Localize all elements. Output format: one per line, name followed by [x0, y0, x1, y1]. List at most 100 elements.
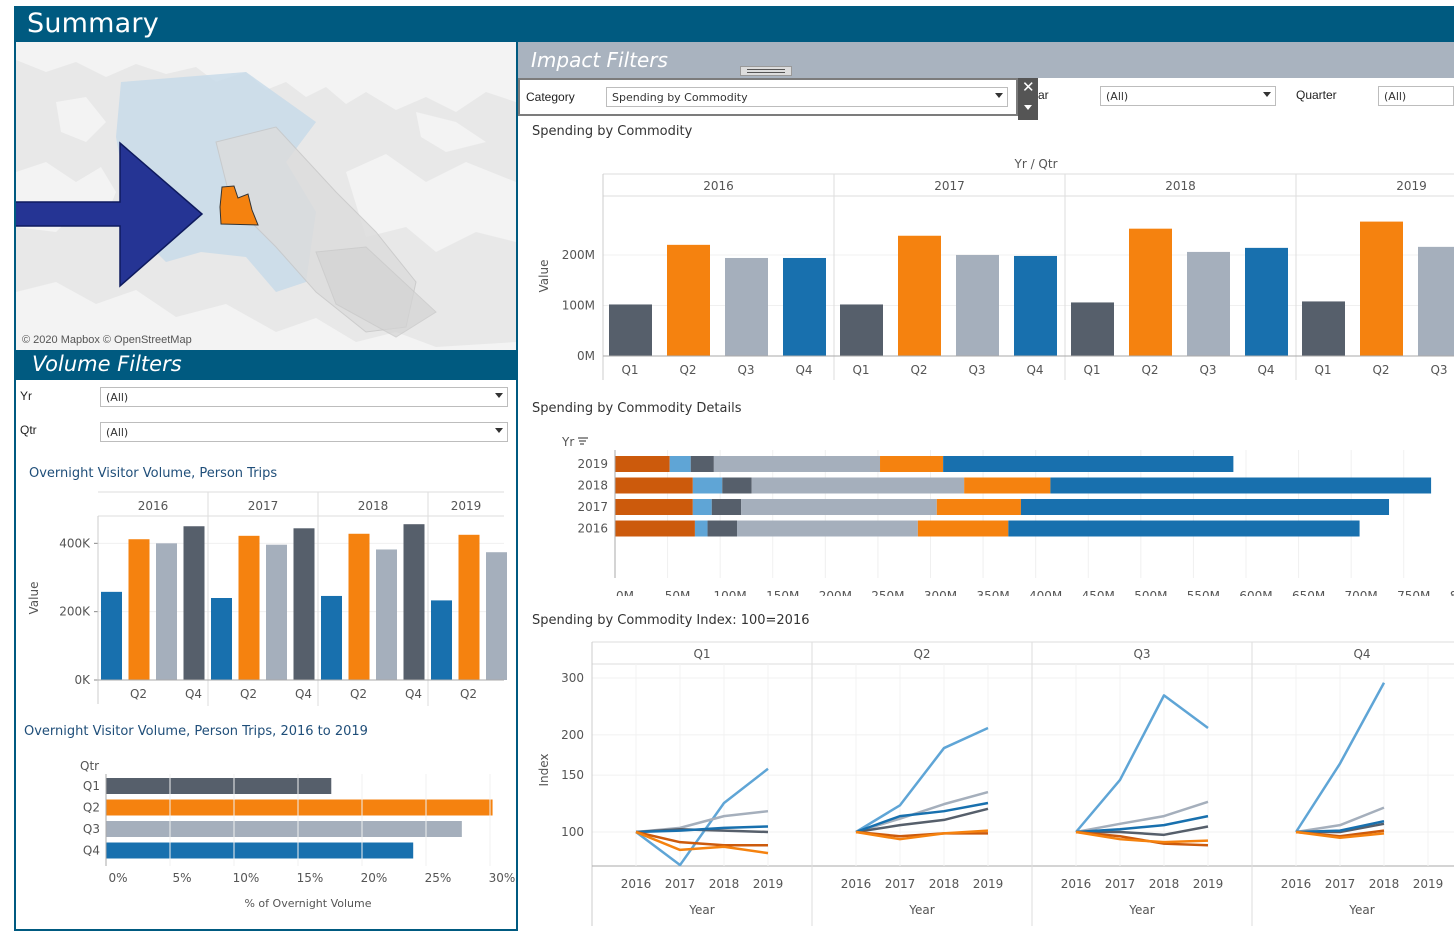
segment-2018-2	[722, 477, 752, 494]
segment-2017-1	[692, 499, 712, 515]
x-tick-label: 500M	[1134, 589, 1167, 596]
map-canvas[interactable]	[16, 42, 516, 350]
spending-by-commodity-title: Spending by Commodity	[532, 124, 693, 139]
bar-2017-Q1	[211, 598, 232, 680]
bar-Q4	[106, 842, 414, 859]
map[interactable]: © 2020 Mapbox © OpenStreetMap	[16, 42, 516, 350]
volume-share-chart[interactable]: Qtr Q1 Q2 Q3 Q4 0% 5% 10% 15% 20% 25% 30% % of Overn…	[16, 754, 516, 914]
x-axis-label: Year	[1348, 903, 1374, 917]
y-tick-label: 100M	[562, 298, 595, 312]
x-tick-label: Q3	[1430, 363, 1447, 377]
bar-2016-Q1	[101, 591, 122, 680]
category-filter-value: Spending by Commodity	[612, 91, 748, 104]
x-tick-label: Q4	[405, 687, 422, 701]
bar-2018-Q4	[403, 524, 425, 680]
segment-2019-3	[713, 456, 881, 472]
overnight-volume-chart[interactable]: Value 0K 200K 400K 2016 Q2 Q4 2017 Q2 Q4 2018 Q2 Q4 2…	[16, 486, 516, 706]
header-label: Yr / Qtr	[1013, 157, 1057, 171]
year-header: 2017	[248, 499, 279, 513]
x-tick-label: Q3	[737, 363, 754, 377]
spending-index-chart[interactable]: Index 100 150 200 300 Q1 2016 2017 2018 2019 Year Q…	[518, 636, 1454, 926]
x-tick-label: 50M	[665, 589, 691, 596]
y-axis-label: Value	[537, 260, 551, 293]
spending-details-title: Spending by Commodity Details	[532, 401, 742, 416]
qtr-axis-header: Qtr	[80, 759, 99, 773]
x-tick-label: 2018	[1149, 877, 1180, 891]
category-filter-label: Category	[526, 90, 575, 104]
segment-2017-5	[1020, 499, 1390, 515]
x-tick-label: 150M	[766, 589, 799, 596]
year-label: 2019	[577, 457, 608, 471]
close-filter-button[interactable]: ✕	[1018, 78, 1038, 120]
index-line-Q2-3	[855, 801, 989, 834]
x-tick-label: Q1	[621, 363, 638, 377]
year-header: 2019	[451, 499, 482, 513]
x-tick-label: 0M	[616, 589, 634, 596]
x-tick-label: 2016	[841, 877, 872, 891]
qtr-filter-dropdown[interactable]: (All)	[100, 422, 508, 442]
segment-2018-0	[615, 477, 693, 494]
year-header: 2018	[358, 499, 389, 513]
dashboard-header: Summary	[14, 6, 1454, 42]
year-header: 2017	[934, 179, 965, 193]
bar-2018-Q2	[1129, 228, 1172, 356]
x-tick-label: 2016	[1061, 877, 1092, 891]
bar-2017-Q2	[238, 535, 260, 680]
x-tick-label: 2018	[709, 877, 740, 891]
x-tick-label: Q3	[968, 363, 985, 377]
x-tick-label: Q4	[185, 687, 202, 701]
x-tick-label: Q4	[1026, 363, 1043, 377]
qtr-filter-row: Qtr (All)	[16, 420, 516, 444]
bar-2018-Q1	[1071, 302, 1114, 356]
x-tick-label: 550M	[1187, 589, 1220, 596]
quarter-filter-label: Quarter	[1296, 88, 1337, 102]
segment-2016-1	[694, 520, 708, 537]
bar-2019-Q3	[486, 552, 507, 680]
x-axis-label: Year	[688, 903, 714, 917]
x-tick-label: 450M	[1082, 589, 1115, 596]
spending-by-commodity-chart[interactable]: Yr / Qtr Value 0M 100M 200M 2016 Q1 Q2 Q3 Q4 2017 Q…	[518, 150, 1454, 382]
x-tick-label: 2016	[621, 877, 652, 891]
segment-2018-1	[692, 477, 723, 494]
y-tick-label: 0M	[577, 349, 595, 363]
quarter-header: Q2	[913, 647, 930, 661]
segment-2018-4	[964, 477, 1051, 494]
x-tick-label: Q1	[852, 363, 869, 377]
year-filter-dropdown[interactable]: (All)	[1100, 86, 1276, 106]
bar-2017-Q2	[898, 235, 941, 356]
bar-2018-Q3	[1187, 251, 1230, 356]
quarter-header: Q1	[693, 647, 710, 661]
x-tick-label: 20%	[361, 871, 388, 885]
category-filter: Category Spending by Commodity	[518, 78, 1018, 116]
year-header: 2016	[703, 179, 734, 193]
bar-2016-Q4	[183, 526, 205, 680]
x-tick-label: 750M	[1397, 589, 1430, 596]
spending-details-chart[interactable]: Yr 0M 50M 100M 150M 200M 250M 300M 350M 400M 450M 5…	[518, 426, 1454, 596]
segment-2019-1	[669, 456, 691, 472]
quarter-filter-dropdown[interactable]: (All)	[1378, 86, 1454, 106]
bar-Q1	[106, 778, 332, 794]
chevron-down-icon	[1263, 92, 1271, 97]
x-axis-label: % of Overnight Volume	[244, 897, 371, 910]
x-tick-label: Q1	[1083, 363, 1100, 377]
x-tick-label: 2019	[753, 877, 784, 891]
y-tick-label: 300	[561, 671, 584, 685]
x-tick-label: 350M	[976, 589, 1009, 596]
x-tick-label: 30%	[489, 871, 516, 885]
segment-2016-4	[917, 520, 1009, 537]
drag-handle[interactable]	[740, 66, 792, 76]
segment-2017-0	[615, 499, 693, 515]
yr-axis-header: Yr	[561, 435, 574, 449]
x-tick-label: Q2	[1372, 363, 1389, 377]
yr-filter-dropdown[interactable]: (All)	[100, 387, 508, 407]
volume-share-title: Overnight Visitor Volume, Person Trips, …	[24, 724, 368, 739]
category-filter-dropdown[interactable]: Spending by Commodity	[606, 87, 1008, 107]
segment-2019-0	[615, 456, 670, 472]
year-filter-label: ar	[1038, 88, 1049, 102]
bar-2017-Q3	[266, 544, 287, 680]
year-header: 2019	[1396, 179, 1427, 193]
bar-2019-Q1	[1302, 301, 1345, 356]
dashboard: Summary © 2020 Mapbox © OpenStreetMap Vo…	[0, 0, 1454, 931]
x-tick-label: 200M	[819, 589, 852, 596]
x-tick-label: 2019	[973, 877, 1004, 891]
